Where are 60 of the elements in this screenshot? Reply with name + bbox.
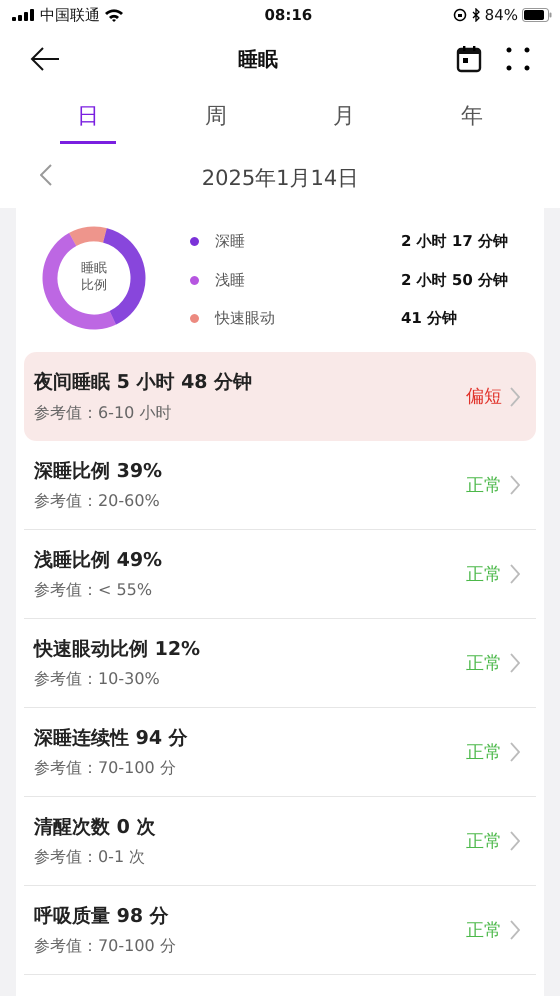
chevron-right-icon <box>510 475 520 495</box>
metric-title: 清醒次数 0 次 <box>34 814 156 840</box>
status-label: 正常 <box>466 474 502 498</box>
clock-time: 08:16 <box>264 4 312 26</box>
donut-center-label: 睡眠比例 <box>81 261 107 295</box>
legend-value: 2 小时 17 分钟 <box>401 231 508 252</box>
chevron-right-icon <box>510 564 520 584</box>
legend-value: 41 分钟 <box>401 308 458 330</box>
period-tab[interactable]: 周 <box>188 94 244 144</box>
legend-label: 快速眼动 <box>215 308 276 330</box>
more-icon[interactable] <box>506 47 530 71</box>
status-label: 正常 <box>466 830 502 854</box>
wifi-icon <box>104 8 124 22</box>
period-tab[interactable]: 月 <box>316 94 372 144</box>
metric-title: 深睡比例 39% <box>34 458 162 484</box>
previous-chevron-icon[interactable] <box>40 164 52 186</box>
reference-range: 参考值：70-100 分 <box>34 757 177 780</box>
carrier-name: 中国联通 <box>40 4 100 26</box>
reference-range: 参考值：10-30% <box>34 668 161 690</box>
period-tab[interactable]: 日 <box>60 94 116 144</box>
status-label: 正常 <box>466 652 502 676</box>
metric-title: 快速眼动比例 12% <box>34 636 200 662</box>
status-label: 偏短 <box>466 385 502 409</box>
metric-row[interactable]: 清醒次数 0 次 参考值：0-1 次 正常 <box>24 797 536 886</box>
metric-row[interactable]: 快速眼动比例 12% 参考值：10-30% 正常 <box>24 619 536 708</box>
page-title: 睡眠 <box>238 46 278 73</box>
reference-range: 参考值：< 55% <box>34 579 154 602</box>
back-arrow-icon[interactable] <box>30 46 60 72</box>
chevron-right-icon <box>510 386 520 406</box>
chevron-right-icon <box>510 920 520 940</box>
rotation-lock-icon <box>452 8 467 22</box>
period-tab[interactable]: 年 <box>444 94 500 144</box>
legend-label: 浅睡 <box>215 270 246 291</box>
battery-percent: 84% <box>484 4 518 26</box>
reference-range: 参考值：20-60% <box>34 490 161 512</box>
reference-range: 参考值：0-1 次 <box>34 846 146 868</box>
status-label: 正常 <box>466 740 502 764</box>
metric-row[interactable]: 夜间睡眠 5 小时 48 分钟 参考值：6-10 小时 偏短 <box>24 352 536 441</box>
metric-title: 深睡连续性 94 分 <box>34 726 188 751</box>
metric-row[interactable]: 呼吸质量 98 分 参考值：70-100 分 正常 <box>24 886 536 975</box>
date-label: 2025年1月14日 <box>202 165 358 192</box>
metric-row[interactable]: 深睡比例 39% 参考值：20-60% 正常 <box>24 441 536 530</box>
metric-title: 夜间睡眠 5 小时 48 分钟 <box>34 370 252 396</box>
metric-title: 呼吸质量 98 分 <box>34 904 170 929</box>
metric-title: 浅睡比例 49% <box>34 548 162 573</box>
signal-icon <box>12 9 36 21</box>
bluetooth-icon <box>470 8 481 22</box>
reference-range: 参考值：6-10 小时 <box>34 402 172 424</box>
metric-row[interactable]: 浅睡比例 49% 参考值：< 55% 正常 <box>24 530 536 619</box>
status-label: 正常 <box>466 562 502 586</box>
chevron-right-icon <box>510 742 520 762</box>
chevron-right-icon <box>510 653 520 673</box>
battery-icon <box>522 8 552 22</box>
metric-row[interactable]: 深睡连续性 94 分 参考值：70-100 分 正常 <box>24 708 536 797</box>
reference-range: 参考值：70-100 分 <box>34 935 176 958</box>
chevron-right-icon <box>510 831 520 851</box>
legend-label: 深睡 <box>215 231 246 252</box>
legend-value: 2 小时 50 分钟 <box>401 270 508 291</box>
calendar-icon[interactable] <box>456 45 482 73</box>
status-label: 正常 <box>466 918 502 942</box>
